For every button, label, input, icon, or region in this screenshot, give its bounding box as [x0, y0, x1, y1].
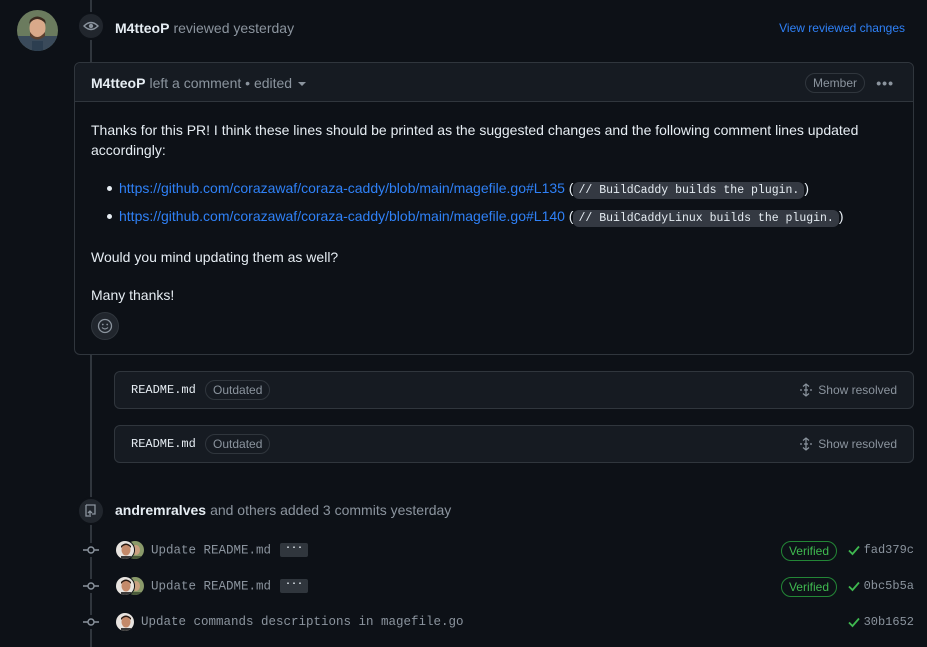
commit-author-link[interactable]: andremralves: [115, 502, 206, 518]
review-action-text: reviewed yesterday: [173, 20, 295, 36]
reviewer-avatar[interactable]: [17, 10, 58, 51]
commit-row: Update commands descriptions in magefile…: [0, 612, 927, 632]
commits-header-text: and others added 3 commits yesterday: [210, 502, 452, 518]
review-header: M4tteoP reviewed yesterday: [115, 20, 294, 36]
commit-sha-link[interactable]: fad379c: [864, 543, 914, 557]
file-name[interactable]: README.md: [131, 383, 196, 397]
magefile-link-l135[interactable]: https://github.com/corazawaf/coraza-cadd…: [119, 180, 565, 196]
inline-code: // BuildCaddyLinux builds the plugin.: [573, 210, 839, 227]
expand-commit-button[interactable]: ···: [280, 543, 309, 557]
outdated-badge: Outdated: [205, 380, 271, 400]
commit-message[interactable]: Update README.md ···: [151, 579, 309, 593]
list-item: https://github.com/corazawaf/coraza-cadd…: [91, 178, 891, 201]
commit-row: Update README.md ··· Verified fad379c: [0, 540, 927, 561]
view-reviewed-changes-link[interactable]: View reviewed changes: [779, 21, 905, 35]
smiley-icon: [97, 318, 113, 334]
comment-edited-dropdown[interactable]: left a comment • edited: [149, 75, 307, 91]
expand-commit-button[interactable]: ···: [280, 579, 309, 593]
comment-link-list: https://github.com/corazawaf/coraza-cadd…: [91, 178, 891, 229]
check-icon: [848, 581, 860, 592]
commits-badge: [77, 497, 105, 525]
commits-header: andremralves and others added 3 commits y…: [115, 502, 451, 518]
unfold-icon: [800, 437, 813, 451]
review-author-link[interactable]: M4tteoP: [115, 20, 169, 36]
review-comment: M4tteoP left a comment • edited Member ••…: [74, 62, 914, 355]
file-name[interactable]: README.md: [131, 437, 196, 451]
comment-header: M4tteoP left a comment • edited Member ••…: [75, 63, 913, 102]
check-icon: [848, 545, 860, 556]
show-resolved-button[interactable]: Show resolved: [799, 437, 897, 451]
inline-code: // BuildCaddy builds the plugin.: [573, 182, 805, 199]
verified-badge[interactable]: Verified: [780, 541, 837, 561]
kebab-menu-icon[interactable]: •••: [876, 75, 894, 91]
comment-intro: Thanks for this PR! I think these lines …: [91, 122, 859, 158]
review-badge: [77, 12, 105, 40]
eye-icon: [83, 21, 99, 31]
chevron-down-icon: [298, 82, 307, 87]
repo-push-icon: [85, 504, 96, 517]
unfold-icon: [800, 383, 813, 397]
comment-body: Thanks for this PR! I think these lines …: [91, 120, 891, 323]
verified-badge[interactable]: Verified: [780, 577, 837, 597]
show-resolved-button[interactable]: Show resolved: [799, 383, 897, 397]
outdated-badge: Outdated: [205, 434, 271, 454]
role-badge: Member: [804, 73, 865, 93]
resolved-thread: README.md Outdated Show resolved: [114, 425, 914, 463]
commit-message[interactable]: Update README.md ···: [151, 543, 309, 557]
commit-sha-link[interactable]: 30b1652: [864, 615, 914, 629]
git-commit-icon: [82, 615, 100, 629]
commit-row: Update README.md ··· Verified 0bc5b5a: [0, 576, 927, 597]
comment-question: Would you mind updating them as well?: [91, 249, 339, 265]
comment-meta: M4tteoP left a comment • edited: [91, 75, 307, 91]
author-avatar[interactable]: [115, 612, 135, 632]
resolved-thread: README.md Outdated Show resolved: [114, 371, 914, 409]
list-item: https://github.com/corazawaf/coraza-cadd…: [91, 206, 891, 229]
commit-message[interactable]: Update commands descriptions in magefile…: [141, 615, 464, 629]
git-commit-icon: [82, 543, 100, 557]
magefile-link-l140[interactable]: https://github.com/corazawaf/coraza-cadd…: [119, 208, 565, 224]
check-icon: [848, 617, 860, 628]
author-avatar[interactable]: [115, 576, 135, 596]
commit-sha-link[interactable]: 0bc5b5a: [864, 579, 914, 593]
comment-thanks: Many thanks!: [91, 287, 175, 303]
git-commit-icon: [82, 579, 100, 593]
comment-author-link[interactable]: M4tteoP: [91, 75, 145, 91]
add-reaction-button[interactable]: [91, 312, 119, 340]
author-avatar[interactable]: [115, 540, 135, 560]
